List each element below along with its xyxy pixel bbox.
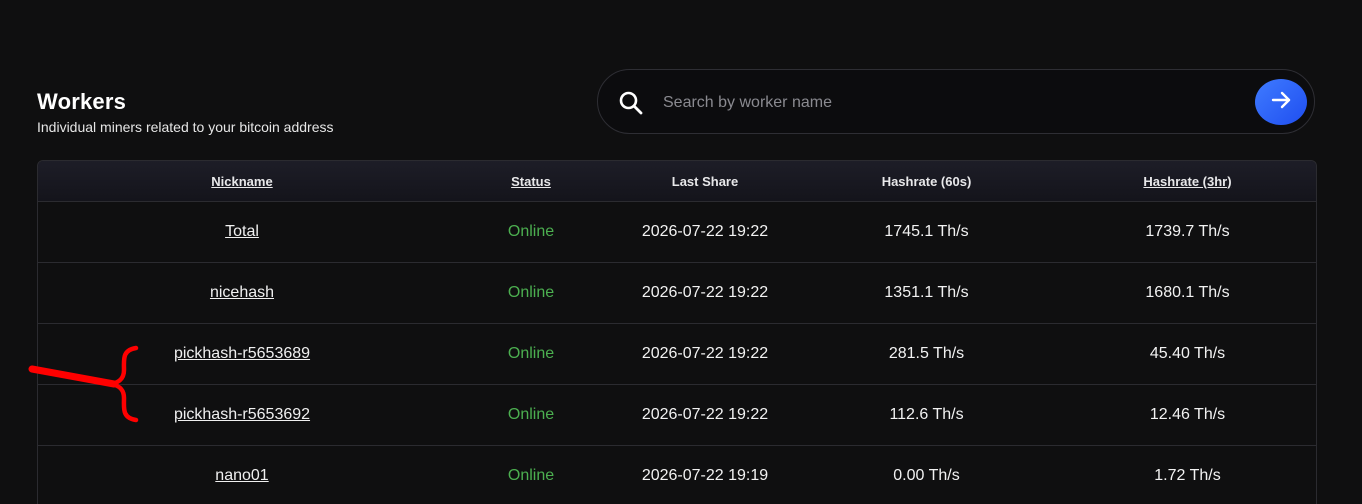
hashrate-3hr-text: 1.72 Th/s	[1154, 467, 1221, 484]
search-bar	[597, 69, 1315, 134]
column-header-nickname[interactable]: Nickname	[38, 174, 446, 189]
workers-table: Nickname Status Last Share Hashrate (60s…	[37, 160, 1317, 504]
table-header: Nickname Status Last Share Hashrate (60s…	[38, 161, 1316, 202]
column-header-last-share: Last Share	[671, 173, 739, 189]
last-share-text: 2026-07-22 19:22	[641, 284, 769, 301]
hashrate-3hr-text: 45.40 Th/s	[1149, 345, 1226, 362]
search-icon	[618, 90, 644, 116]
hashrate-60s-text: 1351.1 Th/s	[884, 284, 969, 301]
worker-link[interactable]: Total	[225, 223, 259, 240]
page-title: Workers	[37, 89, 127, 114]
hashrate-60s-text: 1745.1 Th/s	[884, 223, 969, 240]
hashrate-3hr-text: 1680.1 Th/s	[1145, 284, 1230, 301]
status-text: Online	[507, 223, 555, 240]
status-text: Online	[507, 345, 555, 362]
hashrate-60s-text: 0.00 Th/s	[893, 467, 960, 484]
last-share-text: 2026-07-22 19:22	[641, 406, 769, 423]
workers-page: Workers Individual miners related to you…	[0, 0, 1362, 504]
worker-link[interactable]: nicehash	[210, 284, 274, 301]
last-share-text: 2026-07-22 19:22	[641, 345, 769, 362]
hashrate-60s-text: 112.6 Th/s	[889, 406, 964, 423]
table-row: nano01 Online 2026-07-22 19:19 0.00 Th/s…	[38, 446, 1316, 504]
worker-link[interactable]: nano01	[215, 467, 268, 484]
hashrate-60s-text: 281.5 Th/s	[888, 345, 965, 362]
status-text: Online	[507, 406, 555, 423]
table-row: pickhash-r5653692 Online 2026-07-22 19:2…	[38, 385, 1316, 446]
page-subtitle: Individual miners related to your bitcoi…	[37, 119, 334, 135]
status-text: Online	[507, 284, 555, 301]
search-input[interactable]	[661, 88, 1225, 118]
last-share-text: 2026-07-22 19:19	[641, 467, 769, 484]
hashrate-3hr-text: 1739.7 Th/s	[1145, 223, 1230, 240]
last-share-text: 2026-07-22 19:22	[641, 223, 769, 240]
page-header: Workers Individual miners related to you…	[37, 88, 334, 135]
table-row: nicehash Online 2026-07-22 19:22 1351.1 …	[38, 263, 1316, 324]
status-text: Online	[507, 467, 555, 484]
hashrate-3hr-text: 12.46 Th/s	[1149, 406, 1226, 423]
table-row: Total Online 2026-07-22 19:22 1745.1 Th/…	[38, 202, 1316, 263]
column-header-hashrate-60s: Hashrate (60s)	[881, 173, 972, 189]
column-header-status[interactable]: Status	[446, 174, 616, 189]
arrow-right-icon	[1269, 88, 1293, 117]
column-header-hashrate-3hr[interactable]: Hashrate (3hr)	[1059, 174, 1316, 189]
worker-link[interactable]: pickhash-r5653689	[174, 345, 310, 362]
table-row: pickhash-r5653689 Online 2026-07-22 19:2…	[38, 324, 1316, 385]
worker-link[interactable]: pickhash-r5653692	[174, 406, 310, 423]
search-submit-button[interactable]	[1255, 79, 1307, 125]
